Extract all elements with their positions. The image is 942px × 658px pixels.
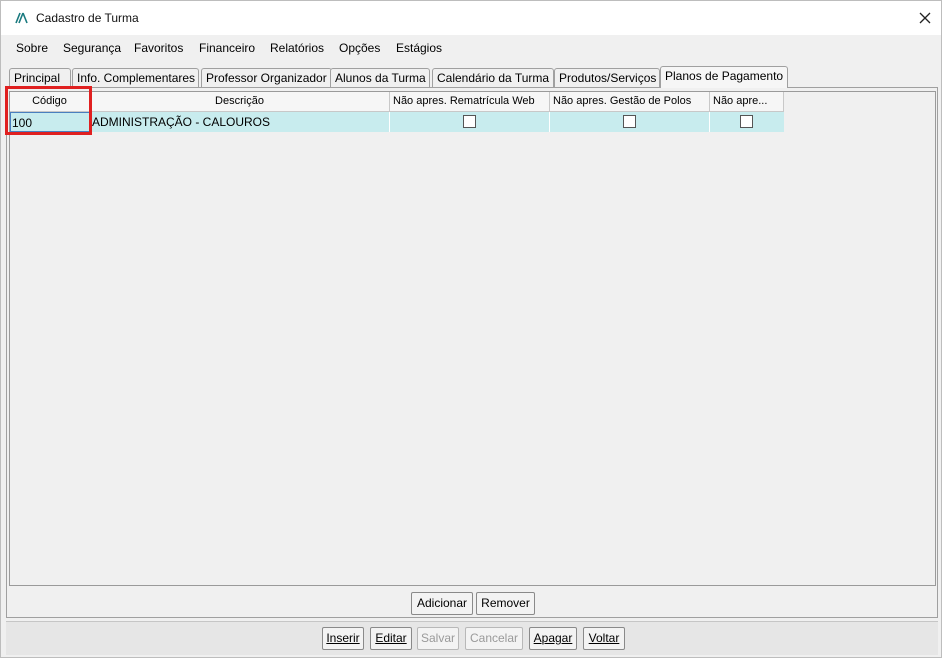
payment-plans-grid[interactable]: Código Descrição Não apres. Rematrícula … bbox=[9, 91, 936, 586]
tab-alunos-da-turma[interactable]: Alunos da Turma bbox=[330, 68, 430, 88]
gestao-polos-checkbox[interactable] bbox=[623, 115, 636, 128]
main-window: Cadastro de Turma Sobre Segurança Favori… bbox=[0, 0, 942, 658]
menu-estagios[interactable]: Estágios bbox=[396, 41, 442, 55]
tab-planos-de-pagamento[interactable]: Planos de Pagamento bbox=[660, 66, 788, 88]
menu-relatorios[interactable]: Relatórios bbox=[270, 41, 324, 55]
tab-calendario-da-turma[interactable]: Calendário da Turma bbox=[432, 68, 554, 88]
selection-highlight-box bbox=[5, 86, 92, 135]
menu-financeiro[interactable]: Financeiro bbox=[199, 41, 255, 55]
menu-favoritos[interactable]: Favoritos bbox=[134, 41, 183, 55]
menu-bar: Sobre Segurança Favoritos Financeiro Rel… bbox=[1, 35, 941, 61]
column-header-nao-apre[interactable]: Não apre... bbox=[710, 92, 784, 112]
column-header-rematricula-web[interactable]: Não apres. Rematrícula Web bbox=[390, 92, 550, 112]
app-logo-icon bbox=[15, 12, 28, 24]
column-header-gestao-polos[interactable]: Não apres. Gestão de Polos bbox=[550, 92, 710, 112]
column-header-descricao[interactable]: Descrição bbox=[90, 92, 390, 112]
menu-sobre[interactable]: Sobre bbox=[16, 41, 48, 55]
tab-strip: Principal Info. Complementares Professor… bbox=[9, 66, 934, 88]
rematricula-web-checkbox[interactable] bbox=[463, 115, 476, 128]
nao-apre-checkbox[interactable] bbox=[740, 115, 753, 128]
tab-info-complementares[interactable]: Info. Complementares bbox=[72, 68, 199, 88]
tab-professor-organizador[interactable]: Professor Organizador bbox=[201, 68, 332, 88]
tab-principal[interactable]: Principal bbox=[9, 68, 71, 88]
salvar-button: Salvar bbox=[417, 627, 459, 650]
apagar-button[interactable]: Apagar bbox=[529, 627, 577, 650]
adicionar-button[interactable]: Adicionar bbox=[411, 592, 473, 615]
tab-produtos-servicos[interactable]: Produtos/Serviços bbox=[554, 68, 660, 88]
editar-button[interactable]: Editar bbox=[370, 627, 412, 650]
remover-button[interactable]: Remover bbox=[476, 592, 535, 615]
table-row[interactable]: 100 ADMINISTRAÇÃO - CALOUROS bbox=[10, 112, 784, 132]
window-title: Cadastro de Turma bbox=[36, 11, 139, 25]
voltar-button[interactable]: Voltar bbox=[583, 627, 625, 650]
cancelar-button: Cancelar bbox=[465, 627, 523, 650]
cell-rematricula-web bbox=[390, 112, 550, 132]
close-icon[interactable] bbox=[915, 8, 935, 28]
cell-gestao-polos bbox=[550, 112, 710, 132]
cell-nao-apre bbox=[710, 112, 784, 132]
menu-seguranca[interactable]: Segurança bbox=[63, 41, 121, 55]
title-bar: Cadastro de Turma bbox=[1, 1, 941, 35]
menu-opcoes[interactable]: Opções bbox=[339, 41, 380, 55]
inserir-button[interactable]: Inserir bbox=[322, 627, 364, 650]
cell-descricao[interactable]: ADMINISTRAÇÃO - CALOUROS bbox=[90, 112, 390, 132]
